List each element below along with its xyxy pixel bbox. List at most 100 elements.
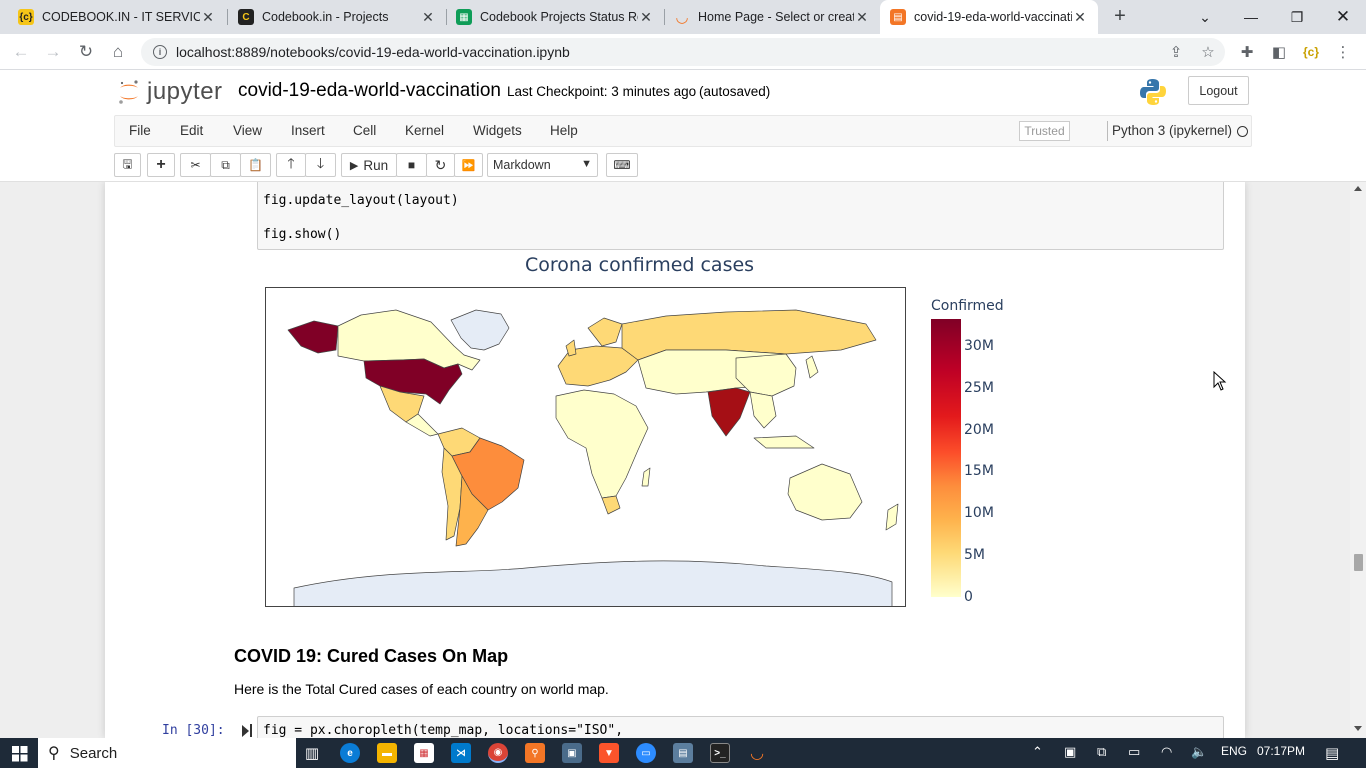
code-cell-input-next[interactable]: fig = px.choropleth(temp_map, locations=… bbox=[257, 716, 1224, 738]
menu-widgets[interactable]: Widgets bbox=[473, 123, 522, 138]
site-info-icon[interactable]: i bbox=[153, 45, 167, 59]
codebook-dark-icon: C bbox=[238, 9, 254, 25]
logout-button[interactable]: Logout bbox=[1188, 76, 1249, 105]
input-language-indicator[interactable]: ENG bbox=[1221, 744, 1247, 758]
notebook-scroll-area[interactable]: fig.update_layout(layout) fig.show() Cor… bbox=[0, 182, 1350, 738]
arrow-down-icon: 🡓 bbox=[316, 155, 325, 171]
tab-title: covid-19-eda-world-vaccinati bbox=[914, 10, 1072, 24]
close-tab-icon[interactable]: ✕ bbox=[854, 9, 870, 26]
code-line: fig.update_layout(layout) bbox=[263, 193, 459, 208]
scrollbar-thumb[interactable] bbox=[1354, 554, 1363, 571]
choropleth-map[interactable] bbox=[265, 287, 906, 607]
edge-browser-icon[interactable]: e bbox=[340, 743, 360, 763]
kernel-name[interactable]: Python 3 (ipykernel) bbox=[1112, 123, 1232, 138]
browser-tab-codebook-projects[interactable]: C Codebook.in - Projects ✕ bbox=[228, 0, 446, 34]
browser-tab-notebook[interactable]: ▤ covid-19-eda-world-vaccinati ✕ bbox=[880, 0, 1098, 34]
brave-browser-icon[interactable]: ▼ bbox=[599, 743, 619, 763]
menu-cell[interactable]: Cell bbox=[353, 123, 376, 138]
menu-kernel[interactable]: Kernel bbox=[405, 123, 444, 138]
paste-cells-button[interactable]: 📋 bbox=[240, 153, 271, 177]
run-cell-arrow-icon[interactable] bbox=[242, 725, 249, 737]
back-arrow-icon[interactable]: ← bbox=[9, 40, 33, 64]
command-prompt-icon[interactable]: >_ bbox=[710, 743, 730, 763]
menu-view[interactable]: View bbox=[233, 123, 262, 138]
interrupt-kernel-button[interactable]: ■ bbox=[396, 153, 427, 177]
jupyter-app-icon[interactable]: ◡ bbox=[747, 743, 767, 763]
new-tab-button[interactable]: + bbox=[1108, 5, 1132, 29]
browser-tab-status-report[interactable]: ▦ Codebook Projects Status Re ✕ bbox=[446, 0, 664, 34]
map-country-china bbox=[735, 353, 797, 397]
wifi-icon[interactable]: ◠ bbox=[1161, 744, 1172, 760]
code-line: fig.show() bbox=[263, 227, 342, 242]
colorbar-title: Confirmed bbox=[931, 298, 1004, 314]
notification-center-icon[interactable]: ▤ bbox=[1325, 744, 1339, 762]
checkpoint-status: Last Checkpoint: 3 minutes ago bbox=[507, 84, 697, 99]
colorbar-tick-label: 5M bbox=[964, 547, 985, 563]
scroll-down-arrow-icon[interactable] bbox=[1354, 726, 1362, 731]
browser-tab-codebook-it[interactable]: {c} CODEBOOK.IN - IT SERVICES ✕ bbox=[8, 0, 226, 34]
address-bar[interactable]: i localhost:8889/notebooks/covid-19-eda-… bbox=[141, 38, 1225, 66]
store-icon[interactable]: ▦ bbox=[414, 743, 434, 763]
cut-cells-button[interactable]: ✂ bbox=[180, 153, 211, 177]
file-explorer-icon[interactable]: ▬ bbox=[377, 743, 397, 763]
taskbar-search-box[interactable]: ⚲ Search bbox=[38, 738, 296, 768]
codebook-extension-icon[interactable]: {c} bbox=[1299, 40, 1323, 64]
command-palette-button[interactable]: ⌨ bbox=[606, 153, 638, 177]
battery-icon[interactable]: ▭ bbox=[1128, 744, 1140, 760]
bookmark-star-icon[interactable]: ☆ bbox=[1196, 40, 1220, 64]
menu-help[interactable]: Help bbox=[550, 123, 578, 138]
cell-type-select[interactable]: Markdown ▼ bbox=[487, 153, 598, 177]
meet-now-icon[interactable]: ⧉ bbox=[1097, 744, 1106, 760]
vscode-icon[interactable]: ⋊ bbox=[451, 743, 471, 763]
tab-search-chevron-icon[interactable]: ⌄ bbox=[1182, 0, 1228, 34]
move-cell-up-button[interactable]: 🡑 bbox=[276, 153, 306, 177]
home-icon[interactable]: ⌂ bbox=[106, 40, 130, 64]
system-clock[interactable]: 07:17PM bbox=[1257, 744, 1305, 758]
jupyter-logo[interactable]: jupyter bbox=[117, 78, 223, 106]
zoom-icon[interactable]: ▭ bbox=[636, 743, 656, 763]
python-logo-icon bbox=[1138, 77, 1168, 112]
scissors-icon: ✂ bbox=[190, 158, 201, 172]
close-tab-icon[interactable]: ✕ bbox=[420, 9, 436, 26]
world-map-svg bbox=[287, 309, 899, 606]
volume-icon[interactable]: 🔈 bbox=[1191, 744, 1207, 760]
menu-insert[interactable]: Insert bbox=[291, 123, 325, 138]
restore-window-button[interactable]: ❐ bbox=[1274, 0, 1320, 34]
save-button[interactable]: 🖫 bbox=[114, 153, 141, 177]
run-cell-button[interactable]: ▶ Run bbox=[341, 153, 397, 177]
page-scrollbar[interactable] bbox=[1350, 182, 1366, 738]
remote-desktop-icon[interactable]: ▤ bbox=[673, 743, 693, 763]
menu-edit[interactable]: Edit bbox=[180, 123, 203, 138]
camera-icon[interactable]: ▣ bbox=[1064, 744, 1076, 760]
chrome-icon[interactable]: ◉ bbox=[488, 743, 508, 763]
extensions-puzzle-icon[interactable]: ✚ bbox=[1235, 40, 1259, 64]
minimize-window-button[interactable]: — bbox=[1228, 0, 1274, 34]
more-menu-icon[interactable]: ⋮ bbox=[1331, 40, 1355, 64]
restart-run-all-button[interactable]: ⏩ bbox=[454, 153, 483, 177]
close-window-button[interactable]: ✕ bbox=[1320, 0, 1366, 34]
code-cell-input[interactable]: fig.update_layout(layout) fig.show() bbox=[257, 182, 1224, 250]
browser-tab-home-page[interactable]: ◡ Home Page - Select or create ✕ bbox=[664, 0, 880, 34]
colorbar-tick-label: 0 bbox=[964, 589, 973, 605]
close-tab-icon[interactable]: ✕ bbox=[1072, 9, 1088, 26]
trusted-indicator[interactable]: Trusted bbox=[1019, 121, 1070, 141]
tray-overflow-chevron-icon[interactable]: ⌃ bbox=[1032, 744, 1043, 760]
image-viewer-icon[interactable]: ▣ bbox=[562, 743, 582, 763]
forward-arrow-icon[interactable]: → bbox=[41, 40, 65, 64]
close-tab-icon[interactable]: ✕ bbox=[638, 9, 654, 26]
windows-start-icon[interactable] bbox=[12, 746, 28, 767]
copy-cells-button[interactable]: ⧉ bbox=[210, 153, 241, 177]
task-view-icon[interactable]: ▥ bbox=[302, 743, 322, 763]
scroll-up-arrow-icon[interactable] bbox=[1354, 186, 1362, 191]
notebook-name[interactable]: covid-19-eda-world-vaccination bbox=[238, 80, 501, 102]
menu-file[interactable]: File bbox=[129, 123, 151, 138]
close-tab-icon[interactable]: ✕ bbox=[200, 9, 216, 26]
share-icon[interactable]: ⇪ bbox=[1164, 40, 1188, 64]
browser-toolbar: ← → ↻ ⌂ i localhost:8889/notebooks/covid… bbox=[0, 34, 1366, 70]
restart-kernel-button[interactable]: ↻ bbox=[426, 153, 455, 177]
insert-cell-below-button[interactable]: + bbox=[147, 153, 175, 177]
jupyter-taskbar-icon[interactable]: ⚲ bbox=[525, 743, 545, 763]
reload-icon[interactable]: ↻ bbox=[74, 40, 98, 64]
move-cell-down-button[interactable]: 🡓 bbox=[305, 153, 336, 177]
side-panel-icon[interactable]: ◧ bbox=[1267, 40, 1291, 64]
